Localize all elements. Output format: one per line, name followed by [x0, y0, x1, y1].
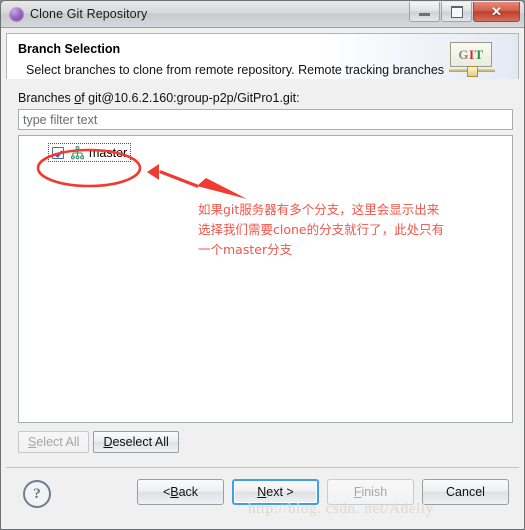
branch-selection-body: Branches of git@10.6.2.160:group-p2p/Git…	[6, 79, 519, 467]
back-button[interactable]: < Back	[137, 479, 224, 505]
git-logo-knob	[467, 66, 478, 77]
maximize-button[interactable]	[441, 2, 472, 22]
page-title: Branch Selection	[18, 42, 121, 56]
next-label: ext >	[266, 485, 294, 499]
branches-label-suffix: f git@10.6.2.160:group-p2p/GitPro1.git:	[81, 91, 300, 105]
git-logo-letter-t: T	[474, 46, 484, 62]
help-button[interactable]: ?	[23, 480, 51, 508]
deselect-all-label: eselect All	[112, 435, 169, 449]
branches-label: Branches of git@10.6.2.160:group-p2p/Git…	[18, 91, 300, 105]
clone-git-repository-dialog: Clone Git Repository ✕ Branch Selection …	[0, 0, 525, 530]
branches-label-prefix: Branches	[18, 91, 75, 105]
git-logo-icon: GIT	[449, 42, 495, 77]
list-action-buttons: Select All Deselect All	[18, 431, 183, 453]
close-button[interactable]: ✕	[473, 2, 520, 22]
minimize-button[interactable]	[409, 2, 440, 22]
watermark: http://blog. csdn. net/Adeliy	[248, 501, 434, 517]
window-title: Clone Git Repository	[30, 7, 148, 21]
next-accel: N	[257, 485, 267, 499]
back-prefix: <	[162, 485, 171, 499]
select-all-accel: S	[28, 435, 37, 449]
back-accel: B	[170, 485, 179, 499]
minimize-icon	[419, 12, 430, 16]
select-all-label: elect All	[36, 435, 80, 449]
list-item[interactable]: master	[47, 143, 132, 162]
close-icon: ✕	[491, 4, 502, 19]
deselect-all-accel: D	[103, 435, 113, 449]
git-logo-letter-g: G	[458, 46, 469, 62]
back-label: ack	[178, 485, 199, 499]
branch-list[interactable]: master	[18, 135, 513, 423]
deselect-all-button[interactable]: Deselect All	[93, 431, 179, 453]
purple-sphere-icon	[9, 6, 24, 22]
window-controls: ✕	[408, 2, 520, 22]
finish-label: inish	[361, 485, 388, 499]
git-branch-icon	[70, 145, 85, 159]
cancel-button[interactable]: Cancel	[422, 479, 509, 505]
title-bar[interactable]: Clone Git Repository ✕	[1, 1, 524, 28]
select-all-button[interactable]: Select All	[18, 431, 90, 453]
branch-checkbox[interactable]	[52, 146, 64, 159]
maximize-icon	[450, 5, 463, 18]
branch-name: master	[89, 145, 128, 160]
finish-accel: F	[353, 485, 362, 499]
filter-input[interactable]	[18, 109, 513, 130]
